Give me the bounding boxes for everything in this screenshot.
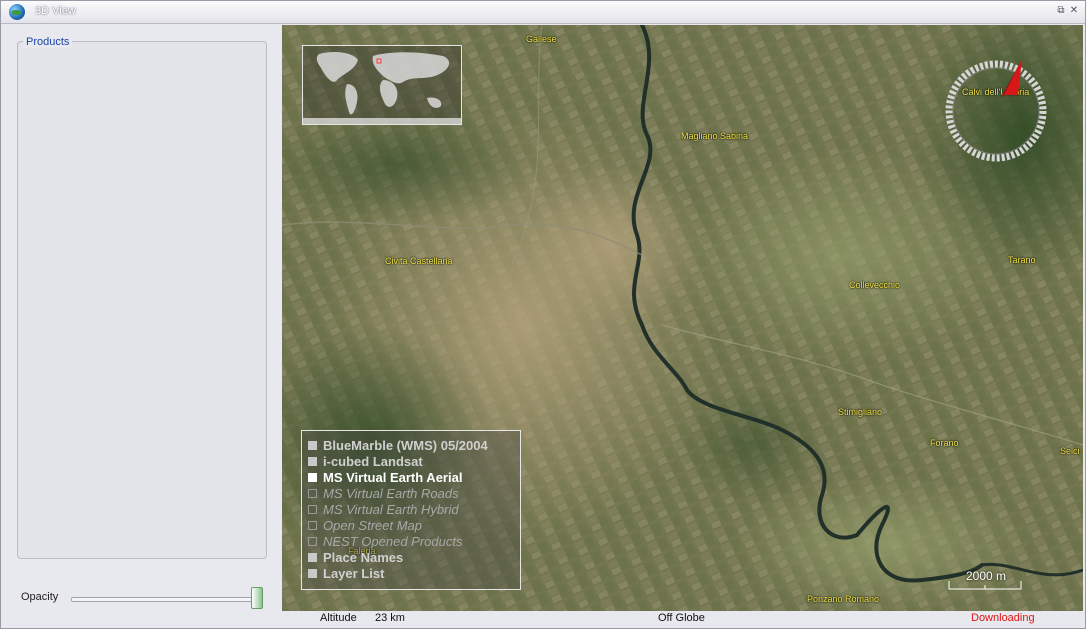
layer-checkbox[interactable] (308, 488, 317, 498)
place-label: Gallese (526, 34, 557, 44)
layer-checkbox[interactable] (308, 536, 317, 546)
place-label: Stimigliano (838, 407, 883, 417)
title-bar[interactable]: 3D View ⧉ ✕ (1, 1, 1085, 24)
status-bar: Altitude 23 km Off Globe Downloading (282, 611, 1083, 627)
place-label: Selci (1060, 446, 1080, 456)
layer-checkbox[interactable] (308, 552, 317, 562)
globe-status: Off Globe (658, 612, 705, 624)
layer-item[interactable]: Layer List (308, 565, 384, 581)
close-icon[interactable]: ✕ (1068, 5, 1080, 17)
layer-item[interactable]: MS Virtual Earth Roads (308, 485, 459, 501)
layer-item[interactable]: Place Names (308, 549, 403, 565)
place-label: Civita Castellana (385, 256, 453, 266)
layer-item[interactable]: MS Virtual Earth Aerial (308, 469, 462, 485)
layer-label: MS Virtual Earth Roads (323, 485, 459, 501)
layer-checkbox[interactable] (308, 568, 317, 578)
download-status: Downloading (971, 612, 1035, 624)
layer-label: MS Virtual Earth Aerial (323, 469, 463, 485)
layer-checkbox[interactable] (308, 504, 317, 514)
globe-icon (9, 4, 25, 20)
opacity-slider-thumb[interactable] (251, 587, 263, 609)
restore-icon[interactable]: ⧉ (1055, 5, 1067, 17)
window-title: 3D View (35, 5, 76, 17)
altitude-value: 23 km (375, 612, 405, 624)
products-group (17, 41, 267, 559)
opacity-label: Opacity (21, 591, 59, 603)
layer-item[interactable]: BlueMarble (WMS) 05/2004 (308, 437, 488, 453)
altitude-label: Altitude (320, 612, 357, 624)
layer-checkbox[interactable] (308, 440, 317, 450)
layer-item[interactable]: Open Street Map (308, 517, 422, 533)
compass-icon[interactable] (942, 57, 1050, 165)
layer-item[interactable]: MS Virtual Earth Hybrid (308, 501, 459, 517)
layer-checkbox[interactable] (308, 520, 317, 530)
globe-view[interactable]: Gallese Magliano Sabina Calvi dell'Umbri… (282, 25, 1083, 611)
layer-label: Layer List (323, 565, 385, 581)
layer-label: BlueMarble (WMS) 05/2004 (323, 437, 488, 453)
left-panel: Products Opacity (3, 25, 279, 612)
place-label: Ponzano Romano (807, 594, 880, 604)
place-label: Tarano (1008, 255, 1036, 265)
layer-label: i-cubed Landsat (323, 453, 423, 469)
window: 3D View ⧉ ✕ Products Opacity Gallese Mag… (0, 0, 1086, 629)
layer-item[interactable]: NEST Opened Products (308, 533, 462, 549)
scale-label: 2000 m (966, 569, 1007, 583)
layer-list-panel: BlueMarble (WMS) 05/2004 i-cubed Landsat… (301, 430, 521, 590)
layer-label: MS Virtual Earth Hybrid (323, 501, 459, 517)
layer-checkbox[interactable] (308, 472, 317, 482)
layer-label: NEST Opened Products (323, 533, 463, 549)
layer-item[interactable]: i-cubed Landsat (308, 453, 423, 469)
layer-label: Place Names (323, 549, 404, 565)
products-label: Products (23, 36, 73, 48)
world-map-icon[interactable] (302, 45, 462, 125)
layer-checkbox[interactable] (308, 456, 317, 466)
opacity-slider[interactable] (71, 597, 263, 602)
place-label: Collevecchio (849, 280, 901, 290)
place-label: Forano (930, 438, 959, 448)
layer-label: Open Street Map (323, 517, 422, 533)
place-label: Magliano Sabina (681, 131, 749, 141)
